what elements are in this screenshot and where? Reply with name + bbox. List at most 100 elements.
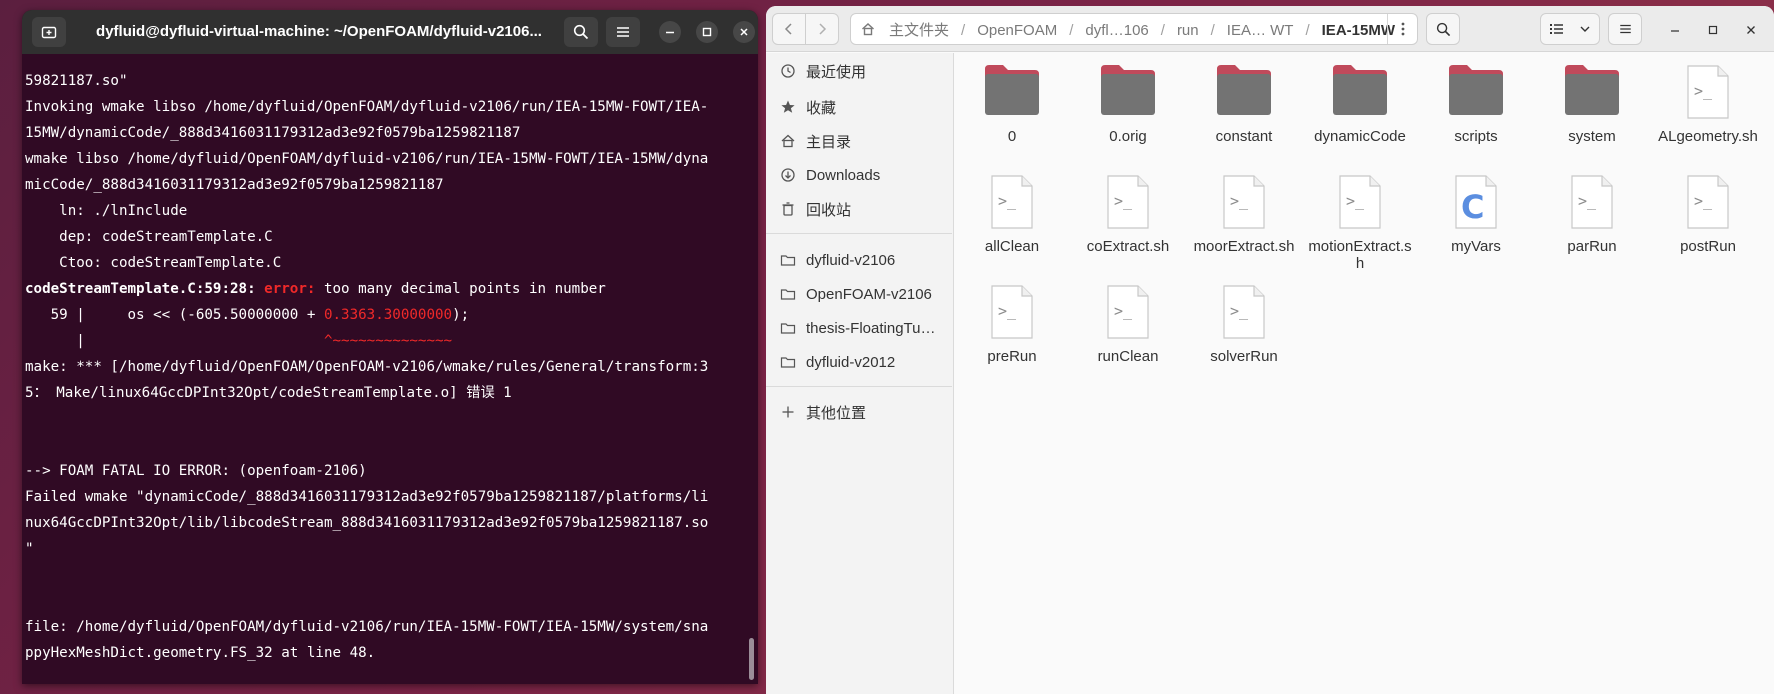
path-menu-button[interactable] — [1387, 14, 1417, 44]
file-item[interactable]: CmyVars — [1421, 173, 1531, 255]
file-name: coExtract.sh — [1086, 238, 1170, 255]
terminal-output[interactable]: 59821187.so" Invoking wmake libso /home/d… — [25, 68, 743, 682]
sidebar-divider — [766, 386, 952, 387]
svg-text:C: C — [1461, 188, 1484, 226]
sidebar-item[interactable]: dyfluid-v2012 — [766, 345, 952, 379]
file-name: preRun — [987, 348, 1037, 365]
file-name: runClean — [1097, 348, 1159, 365]
terminal-text: Invoking wmake libso /home/dyfluid/OpenF… — [25, 99, 709, 115]
sidebar-item-label: OpenFOAM-v2106 — [806, 285, 932, 303]
sidebar-item-label: dyfluid-v2106 — [806, 251, 896, 269]
file-item[interactable]: >_ coExtract.sh — [1073, 173, 1183, 255]
sidebar-item[interactable]: dyfluid-v2106 — [766, 243, 952, 277]
file-item[interactable]: >_ preRun — [957, 283, 1067, 365]
search-icon — [573, 24, 589, 40]
terminal-line: Invoking wmake libso /home/dyfluid/OpenF… — [25, 94, 743, 120]
terminal-line: codeStreamTemplate.C:59:28: error: too m… — [25, 276, 743, 302]
sidebar-item[interactable]: 回收站 — [766, 192, 952, 226]
main-menu-button[interactable] — [1608, 13, 1642, 45]
file-item[interactable]: >_ motionExtract.sh — [1305, 173, 1415, 272]
home-crumb[interactable] — [855, 22, 881, 36]
sidebar-item[interactable]: 主目录 — [766, 124, 952, 158]
sidebar-item-label: dyfluid-v2012 — [806, 353, 896, 371]
svg-text:>_: >_ — [1230, 192, 1249, 210]
script-file-icon: >_ — [1560, 173, 1624, 237]
search-button[interactable] — [564, 17, 598, 47]
terminal-line: 59821187.so" — [25, 68, 743, 94]
file-item[interactable]: >_ parRun — [1537, 173, 1647, 255]
sidebar-item-label: 收藏 — [806, 99, 837, 117]
file-name: allClean — [984, 238, 1040, 255]
minimize-button[interactable] — [1664, 19, 1686, 41]
clock-icon — [780, 63, 796, 79]
sidebar-item[interactable]: 最近使用 — [766, 54, 952, 88]
terminal-text: Ctoo: codeStreamTemplate.C — [25, 255, 282, 271]
terminal-window[interactable]: dyfluid@dyfluid-virtual-machine: ~/OpenF… — [22, 10, 758, 684]
svg-text:>_: >_ — [998, 302, 1017, 320]
file-item[interactable]: >_ solverRun — [1189, 283, 1299, 365]
view-toggle-button[interactable] — [1540, 13, 1600, 45]
file-item[interactable]: >_ allClean — [957, 173, 1067, 255]
folder-item[interactable]: scripts — [1421, 63, 1531, 145]
file-item[interactable]: >_ moorExtract.sh — [1189, 173, 1299, 255]
terminal-line: Ctoo: codeStreamTemplate.C — [25, 250, 743, 276]
folder-item[interactable]: 0.orig — [1073, 63, 1183, 145]
terminal-line: 5： Make/linux64GccDPInt32Opt/codeStreamT… — [25, 380, 743, 406]
search-files-button[interactable] — [1426, 13, 1460, 45]
file-item[interactable]: >_ ALgeometry.sh — [1653, 63, 1763, 145]
close-button[interactable] — [1740, 19, 1762, 41]
sidebar-item[interactable]: OpenFOAM-v2106 — [766, 277, 952, 311]
file-manager-window[interactable]: 主文件夹 / OpenFOAM / dyfl…106/run / IEA… WT / IEA-1… — [766, 6, 1774, 694]
sidebar-item-label: 最近使用 — [806, 63, 867, 81]
list-view-icon — [1549, 24, 1563, 34]
minimize-button[interactable] — [659, 21, 681, 43]
breadcrumb-item[interactable]: 主文件夹 — [881, 22, 957, 39]
file-item[interactable]: >_ runClean — [1073, 283, 1183, 365]
sidebar-item-label: 主目录 — [806, 133, 852, 151]
sidebar-item[interactable]: Downloads — [766, 158, 952, 192]
menu-button[interactable] — [606, 17, 640, 47]
terminal-titlebar[interactable]: dyfluid@dyfluid-virtual-machine: ~/OpenF… — [22, 10, 758, 54]
svg-text:>_: >_ — [1694, 82, 1713, 100]
folder-item[interactable]: 0 — [957, 63, 1067, 145]
terminal-text: ); — [452, 307, 470, 323]
file-item[interactable]: >_ postRun — [1653, 173, 1763, 255]
terminal-text: wmake libso /home/dyfluid/OpenFOAM/dyflu… — [25, 151, 709, 167]
close-button[interactable] — [733, 21, 755, 43]
file-name: solverRun — [1210, 348, 1278, 365]
folder-item[interactable]: constant — [1189, 63, 1299, 145]
folder-icon — [1444, 63, 1508, 127]
terminal-text: ppyHexMeshDict.geometry.FS_32 at line 48… — [25, 645, 376, 661]
sidebar-divider — [766, 233, 952, 234]
terminal-scrollbar[interactable] — [746, 60, 756, 680]
file-grid[interactable]: 0 0.orig constant dynamicCode scripts system >… — [954, 53, 1774, 694]
svg-text:>_: >_ — [998, 192, 1017, 210]
folder-item[interactable]: system — [1537, 63, 1647, 145]
sidebar-item[interactable]: 其他位置 — [766, 395, 952, 429]
sidebar-item[interactable]: 收藏 — [766, 90, 952, 124]
file-name: parRun — [1567, 238, 1617, 255]
breadcrumb-item[interactable]: run — [1169, 22, 1207, 39]
maximize-button[interactable] — [696, 21, 718, 43]
breadcrumb-item[interactable]: IEA… WT — [1219, 22, 1302, 39]
scrollbar-thumb[interactable] — [749, 638, 754, 680]
file-name: scripts — [1454, 128, 1498, 145]
path-bar[interactable]: 主文件夹 / OpenFOAM / dyfl…106/run / IEA… WT / IEA-1… — [850, 13, 1418, 45]
file-name: myVars — [1451, 238, 1501, 255]
script-file-icon: >_ — [1676, 63, 1740, 127]
back-button[interactable] — [772, 13, 806, 45]
folder-item[interactable]: dynamicCode — [1305, 63, 1415, 145]
terminal-line: dep: codeStreamTemplate.C — [25, 224, 743, 250]
forward-button[interactable] — [805, 13, 839, 45]
breadcrumb-item[interactable]: OpenFOAM — [969, 22, 1065, 39]
terminal-text: 59 | os << (-605.50000000 + — [25, 307, 324, 323]
folder-icon — [780, 286, 796, 302]
breadcrumb-separator: / — [1069, 21, 1074, 39]
folder-icon — [780, 354, 796, 370]
file-manager-headerbar[interactable]: 主文件夹 / OpenFOAM / dyfl…106/run / IEA… WT / IEA-1… — [766, 6, 1774, 52]
maximize-button[interactable] — [1702, 19, 1724, 41]
breadcrumb-item[interactable]: dyfl…106 — [1077, 22, 1156, 39]
new-tab-button[interactable] — [32, 17, 66, 47]
sidebar-item[interactable]: thesis-FloatingTu… — [766, 311, 952, 345]
